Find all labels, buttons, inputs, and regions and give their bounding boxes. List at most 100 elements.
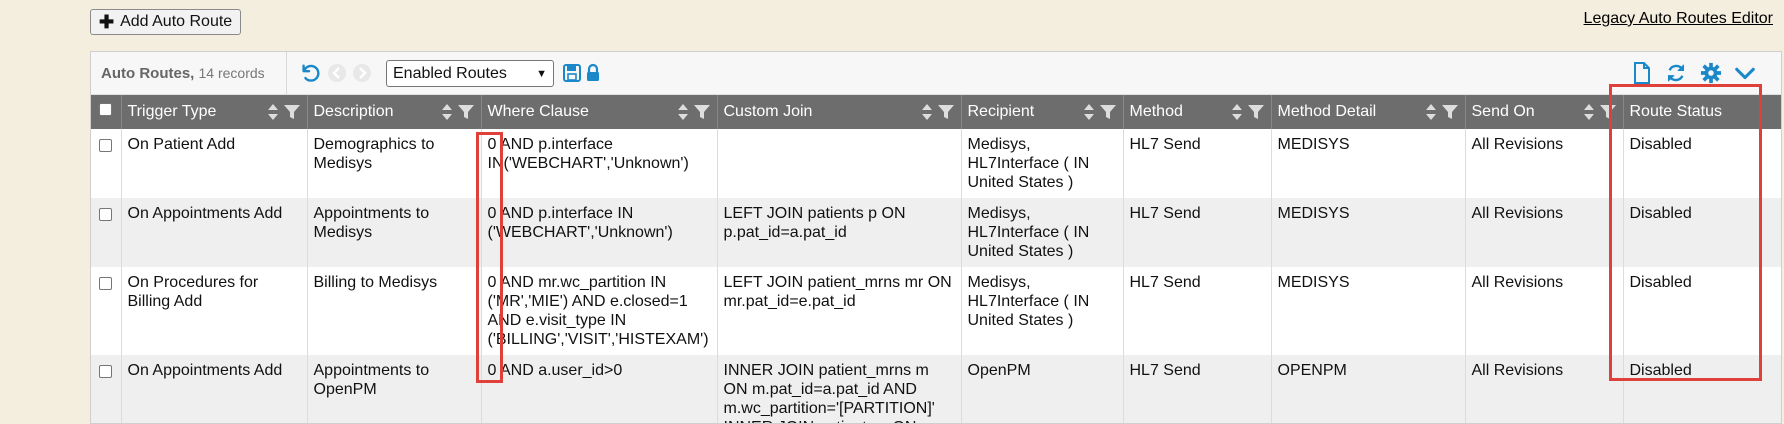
column-header-method-detail[interactable]: Method Detail (1271, 95, 1466, 129)
cell-trigger-type: On Appointments Add (121, 198, 308, 267)
new-document-icon[interactable] (1630, 61, 1654, 85)
table-row[interactable]: On Patient Add Demographics to Medisys 0… (91, 129, 1781, 198)
table-row[interactable]: On Appointments Add Appointments to Open… (91, 355, 1781, 423)
row-checkbox[interactable] (99, 208, 113, 221)
cell-description: Billing to Medisys (307, 267, 482, 355)
cell-where-clause: 0 AND mr.wc_partition IN ('MR','MIE') AN… (481, 267, 718, 355)
cell-description: Appointments to Medisys (307, 198, 482, 267)
cell-where-clause: 0 AND p.interface IN ('WEBCHART','Unknow… (481, 198, 718, 267)
toolbar-divider (286, 52, 287, 94)
select-all-checkbox[interactable] (99, 103, 113, 116)
undo-icon[interactable] (298, 61, 322, 85)
prev-page-icon[interactable] (325, 61, 349, 85)
add-auto-route-button[interactable]: ✚ Add Auto Route (90, 9, 242, 35)
route-filter-value: Enabled Routes (393, 64, 507, 82)
cell-custom-join: LEFT JOIN patient_mrns mr ON mr.pat_id=e… (717, 267, 962, 355)
filter-icon[interactable] (693, 103, 711, 121)
cell-trigger-type: On Procedures for Billing Add (121, 267, 308, 355)
column-header-method[interactable]: Method (1123, 95, 1272, 129)
column-header-custom-join[interactable]: Custom Join (717, 95, 962, 129)
table-row[interactable]: On Appointments Add Appointments to Medi… (91, 198, 1781, 267)
row-select-cell (91, 355, 122, 423)
cell-route-status: Disabled (1623, 355, 1781, 423)
cell-custom-join: LEFT JOIN patients p ON p.pat_id=a.pat_i… (717, 198, 962, 267)
add-auto-route-label: Add Auto Route (120, 13, 233, 30)
column-header-send-on[interactable]: Send On (1465, 95, 1624, 129)
page: ✚ Add Auto Route Legacy Auto Routes Edit… (0, 0, 1784, 424)
cell-method-detail: MEDISYS (1271, 129, 1466, 198)
row-checkbox[interactable] (99, 277, 113, 290)
sort-icon[interactable] (441, 103, 453, 121)
cell-send-on: All Revisions (1465, 198, 1624, 267)
auto-routes-table: Trigger Type Description Where Clause Cu… (91, 95, 1781, 423)
column-header-trigger-type[interactable]: Trigger Type (121, 95, 308, 129)
cell-method: HL7 Send (1123, 198, 1272, 267)
lock-icon[interactable] (581, 61, 605, 85)
column-label: Trigger Type (127, 103, 217, 120)
cell-send-on: All Revisions (1465, 355, 1624, 423)
column-header-route-status[interactable]: Route Status (1623, 95, 1781, 129)
filter-icon[interactable] (937, 103, 955, 121)
filter-icon[interactable] (1441, 103, 1459, 121)
next-page-icon[interactable] (350, 61, 374, 85)
row-checkbox[interactable] (99, 139, 113, 152)
cell-method-detail: MEDISYS (1271, 198, 1466, 267)
column-label: Where Clause (487, 103, 589, 120)
route-filter-select[interactable]: Enabled Routes ▼ (386, 60, 554, 87)
column-label: Recipient (967, 103, 1035, 120)
cell-method: HL7 Send (1123, 267, 1272, 355)
sort-icon[interactable] (1083, 103, 1095, 121)
table-header-row: Trigger Type Description Where Clause Cu… (91, 95, 1781, 129)
column-label: Send On (1471, 103, 1535, 120)
cell-trigger-type: On Appointments Add (121, 355, 308, 423)
select-all-header (91, 95, 122, 129)
cell-trigger-type: On Patient Add (121, 129, 308, 198)
filter-icon[interactable] (283, 103, 301, 121)
plus-icon: ✚ (99, 12, 115, 32)
cell-method-detail: MEDISYS (1271, 267, 1466, 355)
filter-icon[interactable] (1099, 103, 1117, 121)
grid-title: Auto Routes, 14 records (101, 65, 265, 82)
cell-method-detail: OPENPM (1271, 355, 1466, 423)
row-select-cell (91, 267, 122, 355)
cell-custom-join: INNER JOIN patient_mrns m ON m.pat_id=a.… (717, 355, 962, 423)
row-select-cell (91, 198, 122, 267)
filter-icon[interactable] (1599, 103, 1617, 121)
column-label: Custom Join (723, 103, 813, 120)
record-count: 14 records (198, 65, 265, 81)
column-label: Description (313, 103, 394, 120)
cell-route-status: Disabled (1623, 198, 1781, 267)
row-checkbox[interactable] (99, 365, 113, 378)
cell-send-on: All Revisions (1465, 267, 1624, 355)
cell-recipient: Medisys, HL7Interface ( IN United States… (961, 267, 1124, 355)
filter-icon[interactable] (1247, 103, 1265, 121)
cell-description: Demographics to Medisys (307, 129, 482, 198)
cell-where-clause: 0 AND a.user_id>0 (481, 355, 718, 423)
table-row[interactable]: On Procedures for Billing Add Billing to… (91, 267, 1781, 355)
cell-recipient: OpenPM (961, 355, 1124, 423)
cell-method: HL7 Send (1123, 355, 1272, 423)
sort-icon[interactable] (1425, 103, 1437, 121)
column-label: Method (1129, 103, 1183, 120)
sort-icon[interactable] (921, 103, 933, 121)
refresh-icon[interactable] (1664, 61, 1688, 85)
column-header-recipient[interactable]: Recipient (961, 95, 1124, 129)
grid-toolbar: Auto Routes, 14 records Enabled Routes ▼ (91, 52, 1781, 95)
sort-icon[interactable] (677, 103, 689, 121)
chevron-down-icon: ▼ (536, 67, 547, 80)
legacy-auto-routes-editor-link[interactable]: Legacy Auto Routes Editor (1584, 10, 1773, 28)
cell-send-on: All Revisions (1465, 129, 1624, 198)
filter-icon[interactable] (457, 103, 475, 121)
cell-recipient: Medisys, HL7Interface ( IN United States… (961, 198, 1124, 267)
sort-icon[interactable] (1231, 103, 1243, 121)
column-header-where-clause[interactable]: Where Clause (481, 95, 718, 129)
sort-icon[interactable] (1583, 103, 1595, 121)
cell-method: HL7 Send (1123, 129, 1272, 198)
sort-icon[interactable] (267, 103, 279, 121)
cell-recipient: Medisys, HL7Interface ( IN United States… (961, 129, 1124, 198)
column-header-description[interactable]: Description (307, 95, 482, 129)
chevron-down-collapse-icon[interactable] (1733, 61, 1757, 85)
column-label: Route Status (1629, 103, 1723, 120)
settings-gear-icon[interactable] (1699, 61, 1723, 85)
auto-routes-panel: Auto Routes, 14 records Enabled Routes ▼ (90, 51, 1782, 424)
